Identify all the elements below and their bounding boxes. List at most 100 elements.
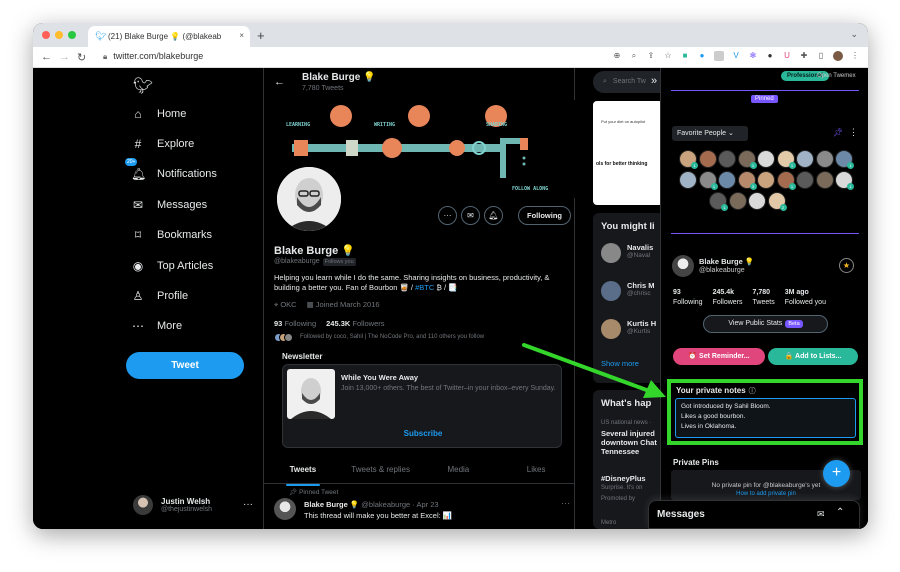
favorite-person-avatar[interactable]: 1 — [835, 150, 854, 169]
favorite-person-avatar[interactable] — [728, 192, 747, 210]
tab-tweets-replies[interactable]: Tweets & replies — [342, 460, 420, 483]
following-stat[interactable]: 93 Following — [274, 319, 316, 328]
favorite-person-avatar[interactable] — [718, 171, 736, 189]
promo-image[interactable]: Put your diet on autopilot ols for bette… — [593, 101, 663, 205]
add-to-lists-button[interactable]: 🔒 Add to Lists... — [768, 348, 858, 365]
favorite-person-avatar[interactable]: 1 — [737, 150, 757, 169]
favorite-person-avatar[interactable] — [757, 150, 775, 168]
extension-icon[interactable]: ● — [765, 51, 775, 61]
hashtag-link[interactable]: #BTC — [415, 283, 434, 292]
avatar[interactable] — [833, 51, 843, 61]
favorite-person-avatar[interactable]: 1 — [776, 150, 796, 169]
new-message-icon[interactable]: ✉ — [817, 509, 825, 520]
favorite-person-avatar[interactable]: 1 — [776, 171, 796, 190]
favorite-person-avatar[interactable]: 2 — [767, 192, 787, 211]
favorite-person-avatar[interactable] — [718, 150, 736, 168]
close-window-button[interactable] — [42, 31, 50, 39]
profile-photo[interactable] — [274, 164, 344, 234]
tab-close-icon[interactable]: × — [239, 31, 244, 40]
favorite-person-avatar[interactable] — [757, 171, 775, 189]
extension-icon[interactable]: V — [731, 51, 741, 61]
sidebar-item-messages[interactable]: ✉ Messages — [131, 198, 207, 212]
screenshot-icon[interactable]: ⊕ — [612, 51, 622, 61]
suggestion-row[interactable]: Kurtis H @Kurtis — [601, 319, 656, 339]
info-icon[interactable]: ⓘ — [749, 388, 756, 395]
favorite-people-select[interactable]: Favorite People ⌄ — [672, 126, 748, 141]
favorite-person-avatar[interactable]: 3 — [737, 171, 757, 190]
share-icon[interactable]: ⇪ — [646, 51, 656, 61]
extension-icon[interactable]: ● — [697, 51, 707, 61]
star-icon[interactable]: ★ — [839, 258, 854, 273]
back-arrow-icon[interactable]: ← — [41, 51, 52, 63]
show-more-link[interactable]: Show more — [601, 359, 639, 368]
followed-by-text[interactable]: Followed by coco, Sahil | The NoCode Pro… — [300, 334, 484, 340]
favorite-person-avatar[interactable] — [748, 192, 766, 210]
kebab-menu-icon[interactable]: ⋮ — [849, 127, 858, 138]
minimize-window-button[interactable] — [55, 31, 63, 39]
favorite-person-avatar[interactable]: 1 — [709, 192, 728, 211]
following-button[interactable]: Following — [518, 206, 571, 225]
sidebar-item-top-articles[interactable]: ◉ Top Articles — [131, 259, 214, 273]
pinned-tweet-text[interactable]: This thread will make you better at Exce… — [304, 511, 452, 520]
account-switcher[interactable]: Justin Welsh @thejustinwelsh ··· — [133, 495, 253, 515]
tab-media[interactable]: Media — [420, 460, 498, 483]
sidebar-icon[interactable]: ▯ — [816, 51, 826, 61]
address-bar[interactable]: 🔒︎ twitter.com/blakeburge — [103, 51, 203, 62]
extension-icon[interactable]: ✻ — [748, 51, 758, 61]
reload-icon[interactable]: ↻ — [77, 51, 86, 64]
how-to-pin-link[interactable]: How to add private pin — [671, 491, 861, 497]
kebab-menu-icon[interactable]: ⋮ — [850, 51, 860, 61]
sidebar-item-profile[interactable]: ♙ Profile — [131, 289, 189, 303]
new-tab-button[interactable]: + — [257, 28, 265, 43]
favorite-person-avatar[interactable] — [698, 150, 717, 168]
newsletter-card[interactable]: While You Were Away Join 13,000+ others.… — [282, 364, 562, 448]
tweet-button[interactable]: Tweet — [126, 352, 244, 379]
favorite-person-avatar[interactable] — [679, 171, 697, 189]
bell-plus-icon[interactable]: 🔔︎ — [484, 206, 503, 225]
back-arrow-icon[interactable]: ← — [274, 76, 285, 88]
avatar[interactable] — [274, 498, 296, 520]
browser-tab[interactable]: 🐦︎ (21) Blake Burge 💡 (@blakeab × — [88, 26, 250, 47]
sidebar-item-notifications[interactable]: 🔔︎ 20+ Notifications — [125, 158, 217, 181]
zoom-icon[interactable]: ⌕ — [629, 51, 639, 61]
maximize-window-button[interactable] — [68, 31, 76, 39]
favorite-person-avatar[interactable]: 1 — [835, 171, 854, 190]
favorite-person-avatar[interactable] — [815, 171, 834, 189]
more-dots-icon[interactable]: ··· — [561, 498, 570, 508]
twitter-logo-icon[interactable]: 🐦︎ — [133, 76, 153, 96]
favorite-person-avatar[interactable]: 1 — [698, 171, 718, 190]
tab-likes[interactable]: Likes — [497, 460, 575, 483]
private-notes-textarea[interactable]: Got introduced by Sahil Bloom. Likes a g… — [675, 398, 856, 438]
message-icon[interactable]: ✉ — [461, 206, 480, 225]
subscribe-link[interactable]: Subscribe — [283, 429, 563, 438]
favorite-person-avatar[interactable] — [796, 150, 814, 168]
open-twemex-label[interactable]: Open Twemex — [817, 73, 856, 79]
more-dots-icon[interactable]: ··· — [438, 206, 457, 225]
tab-tweets[interactable]: Tweets — [264, 460, 342, 486]
more-dots-icon[interactable]: ··· — [243, 499, 253, 510]
set-reminder-button[interactable]: ⏰ Set Reminder... — [673, 348, 765, 365]
collapse-chevron-icon[interactable]: » — [651, 75, 657, 87]
messages-dock[interactable]: Messages ✉ ⌃ — [648, 500, 860, 529]
sidebar-item-explore[interactable]: # Explore — [131, 137, 195, 151]
suggestion-row[interactable]: Chris M @chrisc — [601, 281, 655, 301]
sidebar-item-more[interactable]: ⋯ More — [131, 319, 182, 333]
compose-plus-button[interactable]: + — [823, 460, 850, 487]
extension-icon[interactable] — [714, 51, 724, 61]
pin-icon[interactable]: 📌︎ — [833, 128, 843, 137]
star-icon[interactable]: ☆ — [663, 51, 673, 61]
followers-stat[interactable]: 245.3K Followers — [326, 319, 384, 328]
suggestion-row[interactable]: Navalis @Naval — [601, 243, 653, 263]
extension-icon[interactable]: ■ — [680, 51, 690, 61]
sidebar-item-home[interactable]: ⌂ Home — [131, 107, 186, 121]
view-public-stats-button[interactable]: View Public Stats Beta — [703, 315, 828, 333]
forward-arrow-icon[interactable]: → — [59, 51, 70, 63]
favorite-person-avatar[interactable]: 1 — [679, 150, 698, 169]
puzzle-icon[interactable]: ✚ — [799, 51, 809, 61]
open-twemex-control[interactable]: Professional Open Twemex — [781, 71, 868, 84]
favorite-person-avatar[interactable] — [796, 171, 814, 189]
sidebar-item-bookmarks[interactable]: ⌑ Bookmarks — [131, 228, 212, 242]
chevron-down-icon[interactable]: ⌄ — [850, 29, 858, 40]
favorite-person-avatar[interactable] — [815, 150, 834, 168]
extension-icon[interactable]: U — [782, 51, 792, 61]
